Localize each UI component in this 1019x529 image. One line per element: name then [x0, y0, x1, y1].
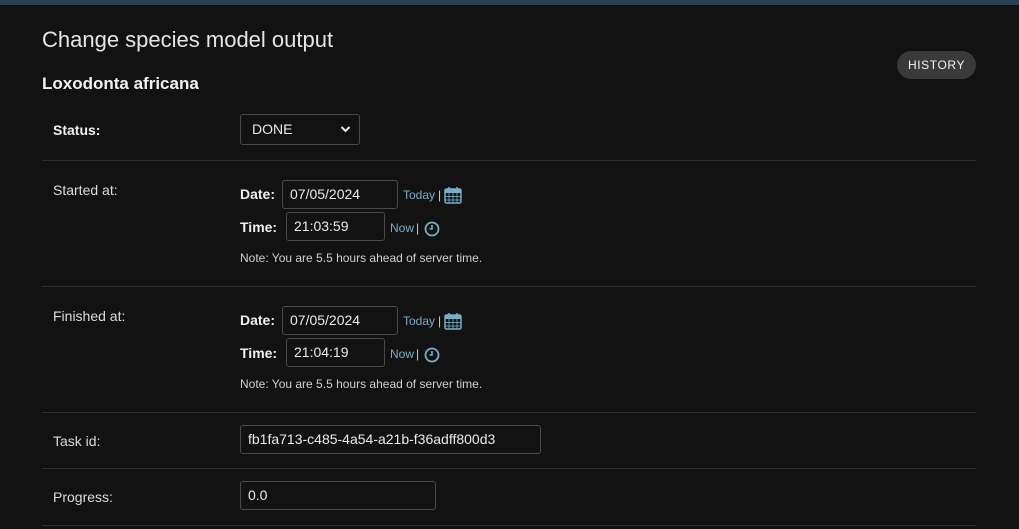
object-title: Loxodonta africana [42, 74, 199, 93]
separator: | [438, 188, 442, 202]
status-select[interactable]: DONE [240, 114, 360, 145]
clock-icon[interactable] [424, 347, 440, 368]
clock-icon[interactable] [424, 221, 440, 242]
started-time-label: Time: [240, 219, 278, 235]
history-button[interactable]: HISTORY [897, 51, 976, 79]
finished-time-label: Time: [240, 345, 278, 361]
started-date-input[interactable]: 07/05/2024 [282, 180, 398, 209]
finished-now-link[interactable]: Now [390, 347, 414, 361]
finished-at-row: Finished at: Date: 07/05/2024 Today | Ti… [42, 286, 976, 413]
chevron-down-icon [340, 115, 351, 156]
started-today-link[interactable]: Today [403, 188, 435, 202]
separator: | [416, 221, 420, 235]
task-id-input[interactable]: fb1fa713-c485-4a54-a21b-f36adff800d3 [240, 425, 541, 454]
timezone-note: Note: You are 5.5 hours ahead of server … [240, 377, 483, 391]
progress-label: Progress: [53, 489, 113, 505]
finished-today-link[interactable]: Today [403, 314, 435, 328]
progress-input[interactable]: 0.0 [240, 481, 436, 510]
task-id-label: Task id: [53, 433, 101, 449]
started-time-input[interactable]: 21:03:59 [286, 212, 385, 241]
calendar-icon[interactable] [444, 312, 462, 335]
calendar-icon[interactable] [444, 186, 462, 209]
started-at-row: Started at: Date: 07/05/2024 Today | Tim… [42, 160, 976, 287]
page-title: Change species model output [42, 27, 334, 52]
status-value: DONE [252, 121, 293, 137]
started-date-label: Date: [240, 186, 276, 202]
finished-at-label: Finished at: [53, 308, 126, 324]
started-now-link[interactable]: Now [390, 221, 414, 235]
separator: | [438, 314, 442, 328]
finished-date-label: Date: [240, 312, 276, 328]
finished-date-input[interactable]: 07/05/2024 [282, 306, 398, 335]
status-row: Status: DONE [42, 105, 976, 160]
started-at-label: Started at: [53, 182, 118, 198]
separator: | [416, 347, 420, 361]
status-label: Status: [53, 122, 101, 138]
progress-row: Progress: 0.0 [42, 468, 976, 526]
timezone-note: Note: You are 5.5 hours ahead of server … [240, 251, 483, 265]
task-id-row: Task id: fb1fa713-c485-4a54-a21b-f36adff… [42, 412, 976, 469]
header-bar [0, 0, 1019, 5]
finished-time-input[interactable]: 21:04:19 [286, 338, 385, 367]
